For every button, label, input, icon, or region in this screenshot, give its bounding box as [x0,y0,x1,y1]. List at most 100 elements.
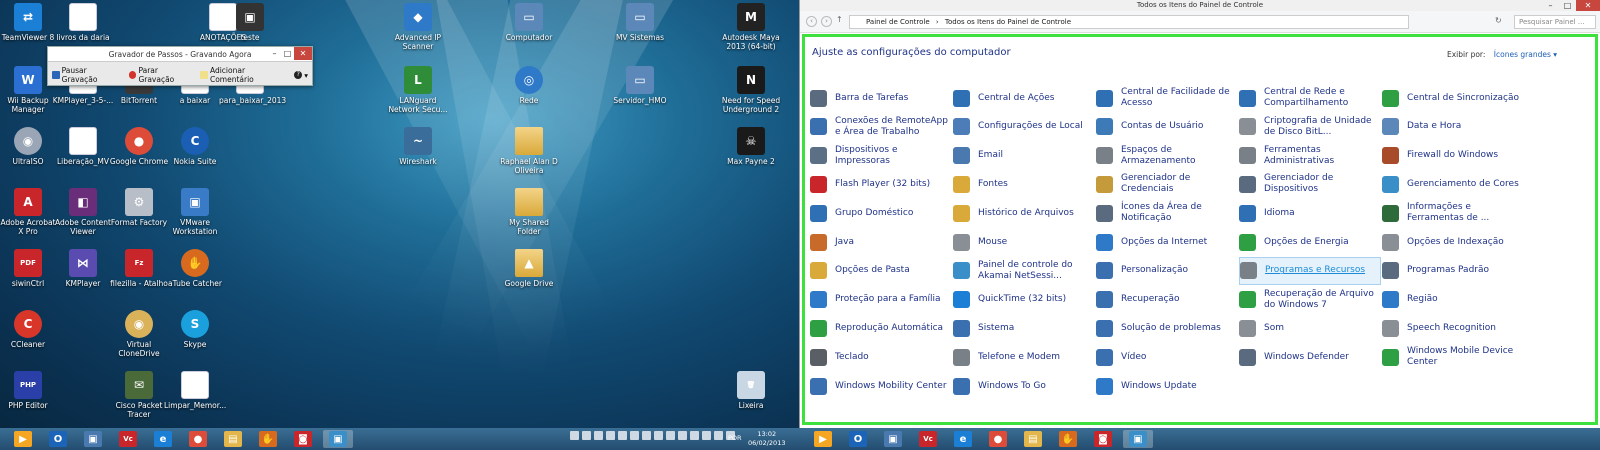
control-panel-item[interactable]: Sistema [953,314,1095,342]
taskbar-button[interactable]: ◙ [288,430,318,448]
taskbar-button[interactable]: ▣ [323,430,353,448]
tray-icon[interactable] [606,431,615,440]
language-indicator[interactable]: POR [728,434,742,442]
control-panel-item[interactable]: Opções de Energia [1239,228,1381,256]
control-panel-item[interactable]: Idioma [1239,199,1381,227]
tray-icon[interactable] [618,431,627,440]
taskbar-button[interactable]: ▣ [78,430,108,448]
control-panel-item[interactable]: Recuperação de Arquivo do Windows 7 [1239,286,1381,314]
help-dropdown-icon[interactable]: ▾ [304,71,308,80]
desktop-icon[interactable]: Liberação_MV [52,127,114,166]
control-panel-item[interactable]: Java [810,228,952,256]
control-panel-item[interactable]: Opções de Pasta [810,257,952,285]
desktop-icon[interactable]: N Need for Speed Underground 2 [720,66,782,114]
control-panel-item[interactable]: Personalização [1096,257,1238,285]
control-panel-item[interactable]: Data e Hora [1382,113,1524,141]
minimize-button[interactable]: – [268,47,281,60]
control-panel-item[interactable]: Windows Mobility Center [810,372,952,400]
desktop-icon[interactable]: Limpar_Memor... [164,371,226,410]
taskbar-button[interactable]: Vc [913,430,943,448]
taskbar-button[interactable]: O [43,430,73,448]
pause-recording-button[interactable]: Pausar Gravação [52,66,122,84]
control-panel-item[interactable]: Histórico de Arquivos [953,199,1095,227]
desktop-icon[interactable]: ● Google Chrome [108,127,170,166]
control-panel-item[interactable]: Recuperação [1096,286,1238,314]
taskbar-button[interactable]: ✋ [253,430,283,448]
control-panel-item[interactable]: Windows Mobile Device Center [1382,343,1524,371]
taskbar-button[interactable]: e [948,430,978,448]
control-panel-item[interactable]: Reprodução Automática [810,314,952,342]
control-panel-item[interactable]: Dispositivos e Impressoras [810,142,952,170]
control-panel-item[interactable]: Email [953,142,1095,170]
desktop-icon[interactable]: ▣ teste [219,3,281,42]
taskbar-button[interactable]: ✋ [1053,430,1083,448]
desktop-icon[interactable]: C CCleaner [0,310,59,349]
desktop-icon[interactable]: ▲ Google Drive [498,249,560,288]
desktop-icon[interactable]: Raphael Alan D Oliveira [498,127,560,175]
desktop-icon[interactable]: ⇄ TeamViewer 8 [0,3,59,42]
desktop-icon[interactable]: L LANguard Network Secu... [387,66,449,114]
control-panel-item[interactable]: Central de Facilidade de Acesso [1096,84,1238,112]
control-panel-item[interactable]: Mouse [953,228,1095,256]
desktop-icon[interactable]: ⋈ KMPlayer [52,249,114,288]
desktop-icon[interactable]: ▭ MV Sistemas [609,3,671,42]
desktop-icon[interactable]: PDF siwinCtrl [0,249,59,288]
control-panel-titlebar[interactable]: Todos os Itens do Painel de Controle – □… [800,0,1600,11]
taskbar-button[interactable]: ● [983,430,1013,448]
search-input[interactable]: Pesquisar Painel ... [1514,15,1596,29]
maximize-button[interactable]: □ [1559,0,1576,11]
control-panel-item[interactable]: Windows Defender [1239,343,1381,371]
desktop-icon[interactable]: C Nokia Suite [164,127,226,166]
tray-icon[interactable] [630,431,639,440]
control-panel-item[interactable]: Som [1239,314,1381,342]
refresh-icon[interactable]: ↻ [1495,16,1502,25]
control-panel-item[interactable]: Configurações de Local [953,113,1095,141]
desktop-icon[interactable]: ◉ UltraISO [0,127,59,166]
desktop-icon[interactable]: PHP PHP Editor [0,371,59,410]
control-panel-item[interactable]: Central de Rede e Compartilhamento [1239,84,1381,112]
desktop-icon[interactable]: Fz filezilla - Atalho [108,249,170,288]
taskbar-button[interactable]: ▤ [218,430,248,448]
maximize-button[interactable]: □ [281,47,294,60]
taskbar-button[interactable]: ▶ [8,430,38,448]
view-by-dropdown[interactable]: Ícones grandes ▾ [1494,50,1557,59]
control-panel-item[interactable]: Gerenciador de Credenciais [1096,170,1238,198]
control-panel-item[interactable]: Contas de Usuário [1096,113,1238,141]
tray-icon[interactable] [582,431,591,440]
add-comment-button[interactable]: Adicionar Comentário [200,66,287,84]
control-panel-item[interactable]: Painel de controle do Akamai NetSessi... [953,257,1095,285]
taskbar-button[interactable]: ▣ [1123,430,1153,448]
back-icon[interactable]: ‹ [806,16,817,27]
control-panel-item[interactable]: Gerenciamento de Cores [1382,170,1524,198]
tray-icon[interactable] [702,431,711,440]
desktop-icon[interactable]: ◉ Virtual CloneDrive [108,310,170,358]
clock[interactable]: 13:02 06/02/2013 [748,430,785,448]
desktop-icon[interactable]: ⚙ Format Factory [108,188,170,227]
tray-icon[interactable] [594,431,603,440]
control-panel-item[interactable]: Opções da Internet [1096,228,1238,256]
control-panel-item[interactable]: Central de Sincronização [1382,84,1524,112]
tray-icon[interactable] [666,431,675,440]
breadcrumb-item-control-panel[interactable]: Painel de Controle [866,18,930,26]
help-button[interactable]: ? ▾ [294,71,308,80]
desktop-icon[interactable]: ✉ Cisco Packet Tracer [108,371,170,419]
taskbar-button[interactable]: O [843,430,873,448]
control-panel-item[interactable]: Criptografia de Unidade de Disco BitL... [1239,113,1381,141]
stop-recording-button[interactable]: Parar Gravação [128,66,194,84]
control-panel-item[interactable]: Região [1382,286,1524,314]
control-panel-item[interactable]: Flash Player (32 bits) [810,170,952,198]
control-panel-item[interactable]: Speech Recognition [1382,314,1524,342]
control-panel-item[interactable]: Grupo Doméstico [810,199,952,227]
desktop-icon[interactable]: S Skype [164,310,226,349]
desktop-icon[interactable]: ▭ Computador [498,3,560,42]
steps-recorder-window[interactable]: Gravador de Passos - Gravando Agora – □ … [47,46,313,86]
tray-icon[interactable] [678,431,687,440]
desktop-icon[interactable]: 🗑 Lixeira [720,371,782,410]
control-panel-item[interactable]: Telefone e Modem [953,343,1095,371]
close-button[interactable]: ✕ [294,47,312,60]
tray-icon[interactable] [642,431,651,440]
tray-icon[interactable] [690,431,699,440]
control-panel-item[interactable]: Solução de problemas [1096,314,1238,342]
control-panel-item[interactable]: Informações e Ferramentas de ... [1382,199,1524,227]
control-panel-item[interactable]: Central de Ações [953,84,1095,112]
